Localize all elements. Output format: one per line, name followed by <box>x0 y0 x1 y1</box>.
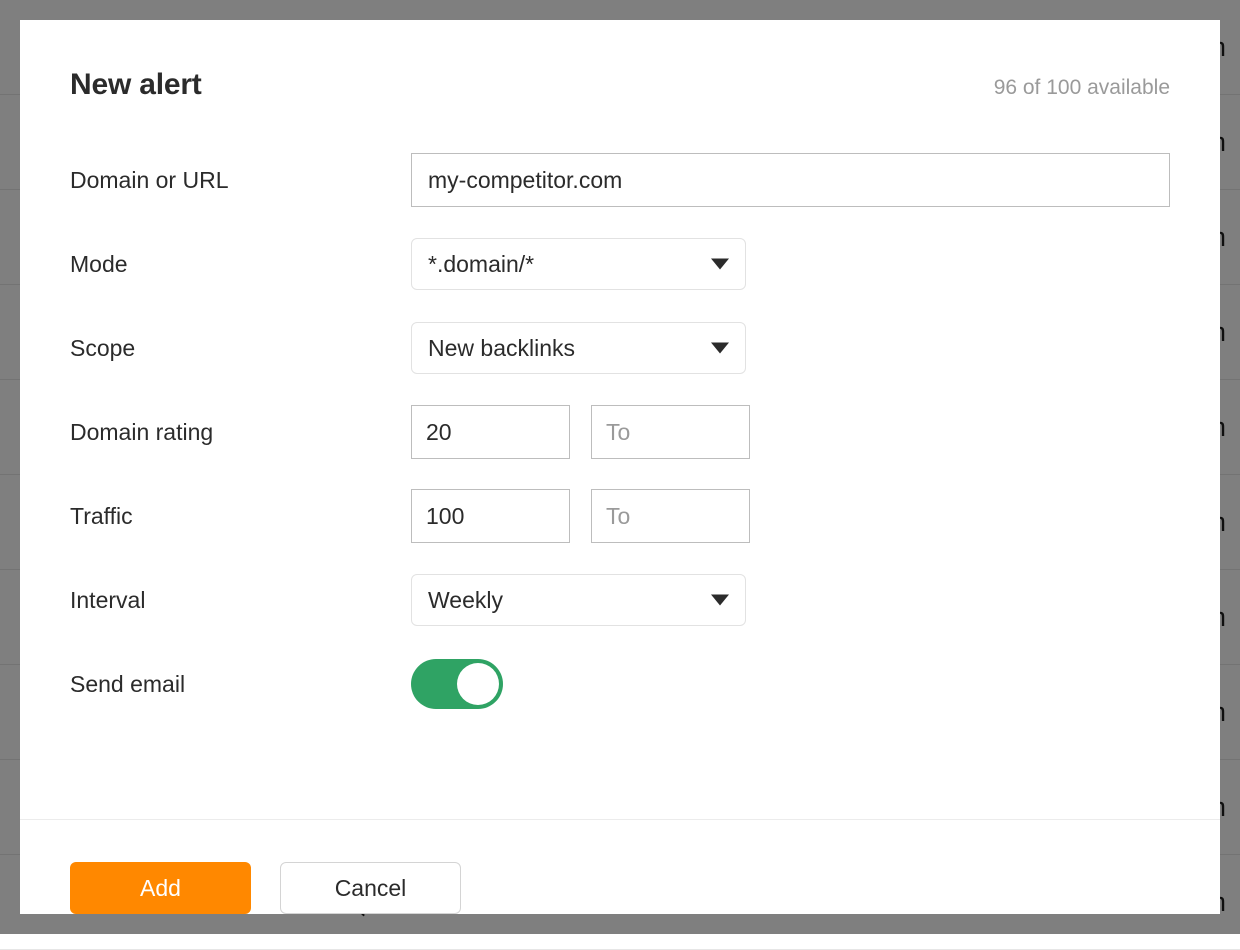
send-email-toggle[interactable] <box>411 659 503 709</box>
dialog-header: New alert 96 of 100 available <box>20 20 1220 102</box>
new-alert-dialog: New alert 96 of 100 available Domain or … <box>20 20 1220 914</box>
mode-select[interactable]: *.domain/* <box>411 238 746 290</box>
control-domain <box>411 153 1170 207</box>
traffic-from-input[interactable] <box>411 489 570 543</box>
chevron-down-icon <box>711 595 729 606</box>
chevron-down-icon <box>711 259 729 270</box>
field-row-interval: Interval Weekly <box>70 558 1170 642</box>
label-scope: Scope <box>70 335 411 362</box>
interval-select-value: Weekly <box>428 587 503 614</box>
domain-or-url-input[interactable] <box>411 153 1170 207</box>
footer-button-group: Add Cancel <box>70 862 1170 914</box>
scope-select[interactable]: New backlinks <box>411 322 746 374</box>
control-interval: Weekly <box>411 574 746 626</box>
control-traffic <box>411 489 750 543</box>
control-domain-rating <box>411 405 750 459</box>
scope-select-value: New backlinks <box>428 335 575 362</box>
label-interval: Interval <box>70 587 411 614</box>
traffic-to-input[interactable] <box>591 489 750 543</box>
add-button[interactable]: Add <box>70 862 251 914</box>
field-row-domain: Domain or URL <box>70 138 1170 222</box>
quota-label: 96 of 100 available <box>994 76 1170 100</box>
interval-select[interactable]: Weekly <box>411 574 746 626</box>
field-row-traffic: Traffic <box>70 474 1170 558</box>
domain-rating-to-input[interactable] <box>591 405 750 459</box>
page-title: New alert <box>70 68 202 102</box>
label-domain-or-url: Domain or URL <box>70 167 411 194</box>
field-row-send-email: Send email <box>70 642 1170 726</box>
cancel-button[interactable]: Cancel <box>280 862 461 914</box>
dialog-body: Domain or URL Mode *.domain/* Scope New … <box>20 102 1220 819</box>
control-mode: *.domain/* <box>411 238 746 290</box>
control-scope: New backlinks <box>411 322 746 374</box>
label-mode: Mode <box>70 251 411 278</box>
label-domain-rating: Domain rating <box>70 419 411 446</box>
field-row-scope: Scope New backlinks <box>70 306 1170 390</box>
chevron-down-icon <box>711 343 729 354</box>
field-row-mode: Mode *.domain/* <box>70 222 1170 306</box>
dialog-footer: Add Cancel <box>20 819 1220 914</box>
domain-rating-from-input[interactable] <box>411 405 570 459</box>
mode-select-value: *.domain/* <box>428 251 534 278</box>
field-row-domain-rating: Domain rating <box>70 390 1170 474</box>
toggle-knob <box>457 663 499 705</box>
control-send-email <box>411 659 503 709</box>
label-traffic: Traffic <box>70 503 411 530</box>
label-send-email: Send email <box>70 671 411 698</box>
